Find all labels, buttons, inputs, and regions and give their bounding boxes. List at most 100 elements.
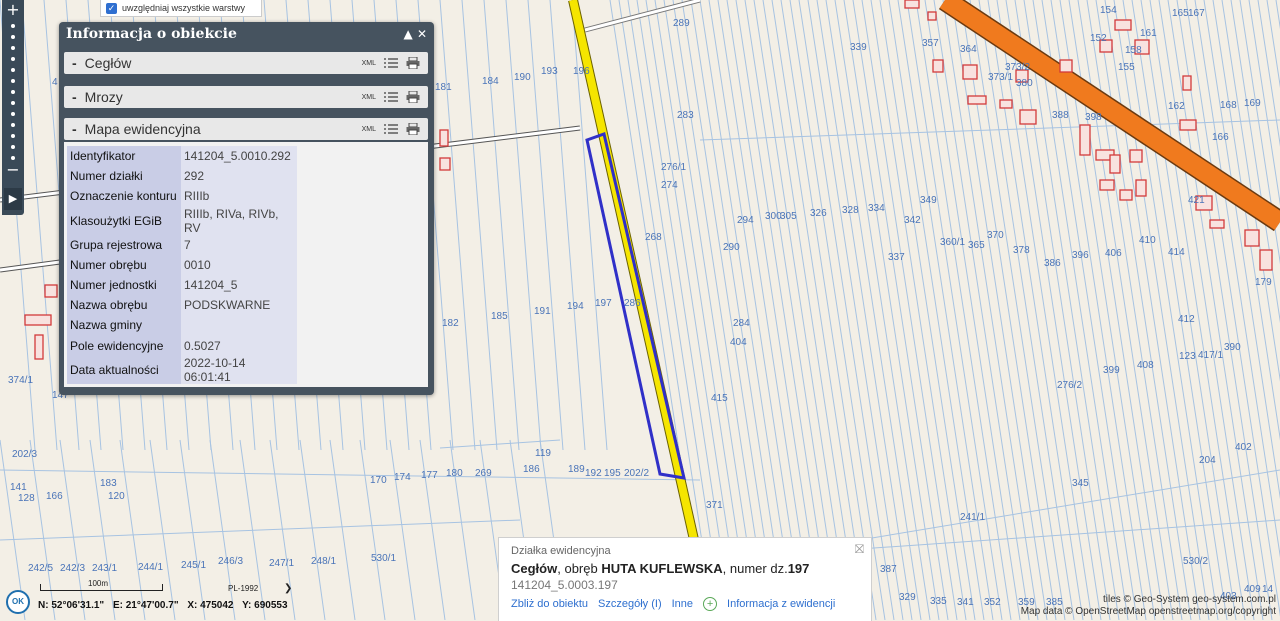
attr-key: Data aktualności bbox=[67, 355, 181, 384]
parcel-number-label: 174 bbox=[394, 472, 411, 483]
parcel-number-label: 289 bbox=[673, 18, 690, 29]
parcel-number-label: 329 bbox=[899, 592, 916, 603]
parcel-number-label: 195 bbox=[604, 468, 621, 479]
attr-value: 292 bbox=[181, 166, 297, 187]
attribution-osm: Map data © OpenStreetMap openstreetmap.o… bbox=[1020, 606, 1276, 617]
print-icon[interactable] bbox=[406, 91, 420, 103]
xml-button[interactable]: XML bbox=[362, 60, 376, 67]
xml-button[interactable]: XML bbox=[362, 94, 376, 101]
table-row: Pole ewidencyjne 0.5027 bbox=[67, 335, 297, 356]
checkbox-icon[interactable]: ✓ bbox=[106, 2, 117, 14]
chevron-down-icon[interactable]: ❯ bbox=[284, 583, 292, 594]
table-row: Klasoużytki EGiB RIIIb, RIVa, RIVb, RV bbox=[67, 206, 297, 235]
parcel-number-label: 408 bbox=[1137, 360, 1154, 371]
section-mrozy[interactable]: - Mrozy XML bbox=[64, 86, 428, 108]
panel-title: Informacja o obiekcie bbox=[66, 26, 237, 42]
popup-numer: 197 bbox=[787, 561, 810, 576]
collapse-icon[interactable]: - bbox=[72, 55, 77, 71]
parcel-number-label: 119 bbox=[535, 448, 551, 459]
collapse-icon[interactable]: - bbox=[72, 89, 77, 105]
parcel-number-label: 410 bbox=[1139, 235, 1156, 246]
panel-header[interactable]: Informacja o obiekcie ▲ ✕ bbox=[59, 22, 434, 46]
list-icon[interactable] bbox=[384, 91, 398, 103]
parcel-number-label: 406 bbox=[1105, 248, 1122, 259]
parcel-number-label: 244/1 bbox=[138, 562, 164, 573]
parcel-number-label: 414 bbox=[1168, 247, 1185, 258]
zoom-to-object-link[interactable]: Zbliż do obiektu bbox=[511, 598, 588, 610]
parcel-number-label: 141 bbox=[10, 482, 27, 493]
table-row: Numer jednostki 141204_5 bbox=[67, 274, 297, 296]
parcel-number-label: 290 bbox=[723, 242, 740, 253]
parcel-number-label: 191 bbox=[534, 306, 551, 317]
section-title: Mrozy bbox=[84, 89, 123, 105]
y-coordinate: Y: 690553 bbox=[242, 600, 288, 611]
parcel-number-label: 349 bbox=[920, 195, 937, 206]
parcel-number-label: 204 bbox=[1199, 455, 1216, 466]
panel-controls[interactable]: ▲ ✕ bbox=[404, 27, 427, 41]
parcel-number-label: 167 bbox=[1188, 8, 1205, 19]
parcel-number-label: 387 bbox=[880, 564, 897, 575]
attr-value: RIIIb, RIVa, RIVb, RV bbox=[181, 206, 297, 235]
parcel-number-label: 374/1 bbox=[8, 375, 34, 386]
ok-icon[interactable]: OK bbox=[6, 590, 30, 614]
table-row: Numer działki 292 bbox=[67, 166, 297, 187]
print-icon[interactable] bbox=[406, 123, 420, 135]
collapse-icon[interactable]: - bbox=[72, 121, 77, 137]
parcel-number-label: 530/1 bbox=[371, 553, 397, 564]
parcel-number-label: 162 bbox=[1168, 101, 1185, 112]
other-link[interactable]: Inne bbox=[672, 598, 693, 610]
attr-value: 7 bbox=[181, 234, 297, 255]
parcel-number-label: 342 bbox=[904, 215, 921, 226]
parcel-number-label: 386 bbox=[1044, 258, 1061, 269]
parcel-number-label: 186 bbox=[523, 464, 540, 475]
attr-key: Nazwa gminy bbox=[67, 315, 181, 336]
section-mapa-ewidencyjna[interactable]: - Mapa ewidencyjna XML bbox=[64, 118, 428, 140]
parcel-number-label: 337 bbox=[888, 252, 905, 263]
list-icon[interactable] bbox=[384, 123, 398, 135]
parcel-number-label: 364 bbox=[960, 44, 977, 55]
xml-button[interactable]: XML bbox=[362, 126, 376, 133]
parcel-number-label: 378 bbox=[1013, 245, 1030, 256]
parcel-number-label: 357 bbox=[922, 38, 939, 49]
all-layers-option[interactable]: ✓ uwzględniaj wszystkie warstwy bbox=[100, 0, 262, 17]
print-icon[interactable] bbox=[406, 57, 420, 69]
parcel-number-label: 398 bbox=[1085, 112, 1102, 123]
section-ceglow[interactable]: - Cegłów XML bbox=[64, 52, 428, 74]
parcel-number-label: 194 bbox=[567, 301, 584, 312]
parcel-number-label: 334 bbox=[868, 203, 885, 214]
parcel-number-label: 530/2 bbox=[1183, 556, 1209, 567]
parcel-number-label: 274 bbox=[661, 180, 678, 191]
table-row: Numer obrębu 0010 bbox=[67, 254, 297, 275]
attr-value bbox=[181, 315, 297, 336]
parcel-number-label: 152 bbox=[1090, 33, 1107, 44]
zoom-in-icon[interactable]: + bbox=[5, 2, 21, 18]
object-info-panel: Informacja o obiekcie ▲ ✕ - Cegłów XML -… bbox=[59, 22, 434, 395]
all-layers-label: uwzględniaj wszystkie warstwy bbox=[122, 3, 246, 13]
zoom-out-icon[interactable]: − bbox=[5, 162, 21, 178]
parcel-number-label: 183 bbox=[100, 478, 117, 489]
details-link[interactable]: Szczegóły (I) bbox=[598, 598, 662, 610]
popup-gmina: Cegłów bbox=[511, 561, 558, 576]
parcel-number-label: 4 bbox=[52, 77, 58, 88]
close-icon[interactable]: ⛝ bbox=[855, 542, 864, 557]
parcel-number-label: 196 bbox=[573, 66, 590, 77]
parcel-number-label: 179 bbox=[1255, 277, 1272, 288]
registry-info-link[interactable]: Informacja z ewidencji bbox=[727, 598, 835, 610]
parcel-number-label: 161 bbox=[1140, 28, 1157, 39]
add-circle-icon[interactable]: + bbox=[703, 597, 718, 611]
list-icon[interactable] bbox=[384, 57, 398, 69]
coordinates-readout: N: 52°06'31.1" E: 21°47'00.7" X: 475042 … bbox=[38, 600, 294, 611]
parcel-number-label: 166 bbox=[46, 491, 63, 502]
parcel-number-label: 243/1 bbox=[92, 563, 118, 574]
attr-key: Klasoużytki EGiB bbox=[67, 206, 181, 235]
parcel-number-label: 305 bbox=[780, 211, 797, 222]
expand-icon[interactable]: ▶ bbox=[4, 188, 22, 210]
crs-select[interactable]: PL-1992 bbox=[228, 584, 258, 593]
parcel-number-label: 328 bbox=[842, 205, 859, 216]
attr-key: Nazwa obrębu bbox=[67, 295, 181, 316]
zoom-slider[interactable] bbox=[11, 24, 15, 167]
parcel-number-label: 352 bbox=[984, 597, 1001, 608]
parcel-number-label: 286 bbox=[624, 298, 641, 309]
parcel-number-label: 248/1 bbox=[311, 556, 337, 567]
parcel-number-label: 180 bbox=[446, 468, 463, 479]
